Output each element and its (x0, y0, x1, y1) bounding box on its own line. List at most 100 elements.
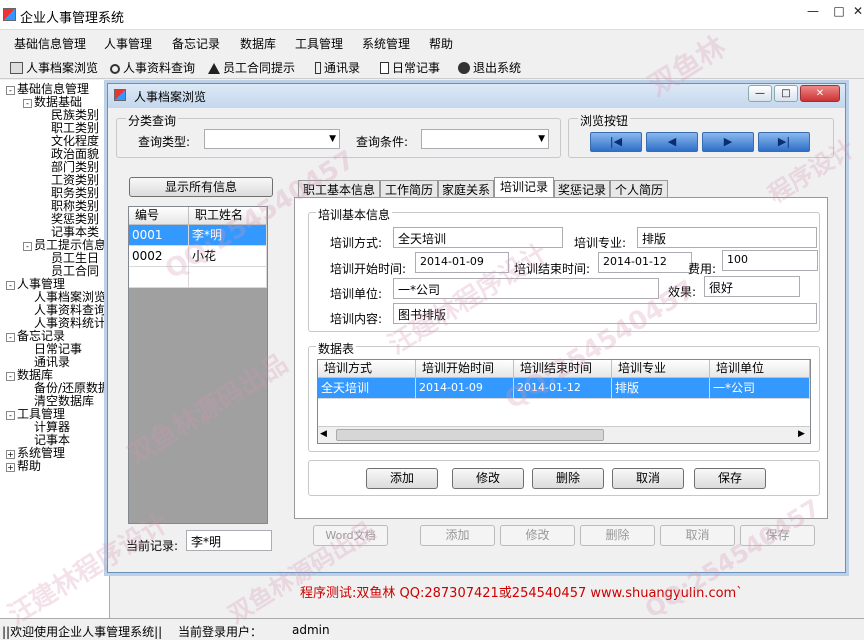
current-record-field[interactable]: 李*明 (186, 530, 272, 551)
nav-first-button[interactable]: |◀ (590, 132, 642, 152)
training-info-title: 培训基本信息 (316, 206, 393, 223)
tb-contract-alert[interactable]: 员工合同提示 (208, 59, 295, 76)
menu-personnel[interactable]: 人事管理 (104, 35, 152, 52)
tree-item-label: 备忘记录 (17, 329, 66, 343)
expand-icon[interactable]: + (6, 450, 15, 459)
table-cell-empty[interactable] (189, 267, 267, 288)
major-field[interactable]: 排版 (637, 227, 817, 248)
col-header-major[interactable]: 培训专业 (612, 360, 710, 378)
tb-query[interactable]: 人事资料查询 (110, 59, 195, 76)
end-date-field[interactable]: 2014-01-12 (598, 252, 692, 273)
tree-item-label: 日常记事 (34, 342, 83, 356)
tb-archive-browse[interactable]: 人事档案浏览 (10, 59, 98, 76)
table-cell[interactable]: 小花 (189, 246, 267, 267)
cancel-button[interactable]: 取消 (660, 525, 735, 546)
query-cond-select[interactable]: ▼ (421, 129, 549, 149)
employee-grid[interactable]: 编号 职工姓名 0001 李*明 0002 小花 (128, 206, 268, 524)
menu-help[interactable]: 帮助 (429, 35, 453, 52)
tree-item[interactable]: + 帮助 (6, 460, 41, 473)
tb-diary[interactable]: 日常记事 (380, 59, 440, 76)
col-header-id[interactable]: 编号 (129, 207, 189, 225)
start-date-field[interactable]: 2014-01-09 (415, 252, 509, 273)
tree-item-label: 数据库 (17, 368, 54, 382)
chevron-left-icon[interactable]: ◀ (320, 429, 327, 439)
close-button[interactable]: ✕ (852, 2, 864, 22)
collapse-icon[interactable]: - (23, 242, 32, 251)
menu-basic-info[interactable]: 基础信息管理 (14, 35, 86, 52)
horizontal-scrollbar[interactable]: ◀ ▶ (318, 426, 810, 443)
nav-next-button[interactable]: ▶ (702, 132, 754, 152)
tree-item-label: 数据基础 (34, 95, 83, 109)
fee-field[interactable]: 100 (722, 250, 818, 271)
col-header-unit[interactable]: 培训单位 (710, 360, 810, 378)
query-cond-label: 查询条件: (356, 135, 409, 149)
minimize-button[interactable]: — (800, 2, 826, 22)
scrollbar-thumb[interactable] (336, 429, 604, 441)
col-header-start[interactable]: 培训开始时间 (416, 360, 514, 378)
save-button[interactable]: 保存 (740, 525, 815, 546)
collapse-icon[interactable]: - (6, 333, 15, 342)
tree-item-label: 员工生日 (51, 251, 100, 265)
child-close-button[interactable]: ✕ (800, 85, 840, 102)
collapse-icon[interactable]: - (6, 86, 15, 95)
inner-edit-button[interactable]: 修改 (452, 468, 524, 489)
menu-memo[interactable]: 备忘记录 (172, 35, 220, 52)
inner-save-button[interactable]: 保存 (694, 468, 766, 489)
col-header-name[interactable]: 职工姓名 (189, 207, 267, 225)
word-doc-button[interactable]: Word文档 (313, 525, 388, 546)
table-cell[interactable]: 一*公司 (710, 378, 810, 399)
table-cell[interactable]: 2014-01-12 (514, 378, 612, 399)
tb-exit[interactable]: 退出系统 (458, 59, 521, 76)
menu-system[interactable]: 系统管理 (362, 35, 410, 52)
query-type-select[interactable]: ▼ (204, 129, 340, 149)
content-field[interactable]: 图书排版 (393, 303, 817, 324)
menu-database[interactable]: 数据库 (240, 35, 276, 52)
effect-label: 效果: (668, 285, 697, 299)
expand-icon[interactable]: + (6, 463, 15, 472)
collapse-icon[interactable]: - (6, 411, 15, 420)
training-table[interactable]: 培训方式 培训开始时间 培训结束时间 培训专业 培训单位 全天培训 2014-0… (317, 359, 811, 444)
chevron-down-icon: ▼ (538, 134, 545, 144)
nav-group-title: 浏览按钮 (578, 112, 631, 129)
method-field[interactable]: 全天培训 (393, 227, 563, 248)
unit-field[interactable]: 一*公司 (393, 278, 659, 299)
table-cell[interactable]: 2014-01-09 (416, 378, 514, 399)
table-cell[interactable]: 李*明 (189, 225, 267, 246)
add-button[interactable]: 添加 (420, 525, 495, 546)
maximize-button[interactable]: □ (826, 2, 852, 22)
table-row[interactable]: 0001 (129, 225, 189, 246)
tree-item-label: 记事本 (34, 433, 71, 447)
collapse-icon[interactable]: - (6, 372, 15, 381)
start-label: 培训开始时间: (330, 262, 407, 276)
archive-browse-window: 人事档案浏览 — □ ✕ 分类查询 查询类型: ▼ 查询条件: ▼ 浏览按钮 |… (107, 83, 846, 573)
nav-last-button[interactable]: ▶| (758, 132, 810, 152)
collapse-icon[interactable]: - (6, 281, 15, 290)
tree-item-label: 备份/还原数据库 (34, 381, 110, 395)
show-all-button[interactable]: 显示所有信息 (129, 177, 273, 197)
query-group-title: 分类查询 (126, 112, 179, 129)
tb-contacts[interactable]: 通讯录 (315, 59, 360, 76)
child-minimize-button[interactable]: — (748, 85, 772, 102)
inner-delete-button[interactable]: 删除 (532, 468, 604, 489)
table-cell[interactable]: 排版 (612, 378, 710, 399)
edit-button[interactable]: 修改 (500, 525, 575, 546)
col-header-method[interactable]: 培训方式 (318, 360, 416, 378)
nav-prev-button[interactable]: ◀ (646, 132, 698, 152)
tree-item-label: 记事本类 (51, 225, 100, 239)
table-row[interactable]: 0002 (129, 246, 189, 267)
inner-cancel-button[interactable]: 取消 (612, 468, 684, 489)
inner-add-button[interactable]: 添加 (366, 468, 438, 489)
warning-icon (208, 63, 220, 74)
menu-tools[interactable]: 工具管理 (295, 35, 343, 52)
tab-training[interactable]: 培训记录 (494, 177, 554, 199)
table-row-empty[interactable] (129, 267, 189, 288)
chevron-right-icon[interactable]: ▶ (798, 429, 805, 439)
effect-field[interactable]: 很好 (704, 276, 800, 297)
navigation-tree[interactable]: - 基础信息管理 - 数据基础 民族类别 职工类别 文化程度 政治面貌 部门类别 工资类别 职务类别… (0, 80, 110, 620)
delete-button[interactable]: 删除 (580, 525, 655, 546)
child-maximize-button[interactable]: □ (774, 85, 798, 102)
col-header-end[interactable]: 培训结束时间 (514, 360, 612, 378)
table-row[interactable]: 全天培训 (318, 378, 416, 399)
collapse-icon[interactable]: - (23, 99, 32, 108)
footer-credit-text: 程序测试:双鱼林 QQ:287307421或254540457 www.shua… (300, 586, 743, 601)
